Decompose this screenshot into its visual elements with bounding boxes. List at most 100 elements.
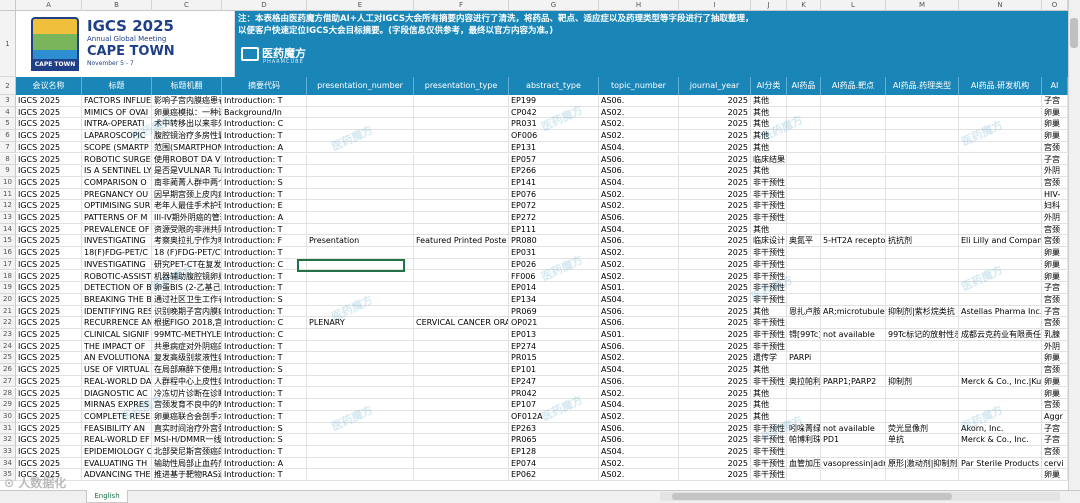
table-cell[interactable] <box>959 200 1042 212</box>
table-cell[interactable]: 外阴 <box>1042 340 1068 353</box>
row-number[interactable]: 31 <box>0 422 16 435</box>
table-cell[interactable]: 宫颈 <box>1042 317 1068 329</box>
table-cell[interactable]: AS02. <box>599 258 679 271</box>
table-cell[interactable]: EP199 <box>509 95 599 107</box>
table-cell[interactable]: 2025 <box>679 176 751 189</box>
table-cell[interactable] <box>886 247 959 259</box>
table-cell[interactable]: 2025 <box>679 305 751 318</box>
table-cell[interactable]: 抗抗剂 <box>886 235 959 248</box>
table-cell[interactable] <box>787 446 821 458</box>
table-cell[interactable]: IGCS 2025 <box>16 293 82 306</box>
table-cell[interactable] <box>414 422 509 435</box>
table-cell[interactable]: AS06. <box>599 95 679 107</box>
table-cell[interactable]: Introduction: S <box>222 434 307 446</box>
table-cell[interactable] <box>821 293 886 306</box>
table-cell[interactable]: Introduction: E <box>222 200 307 212</box>
table-cell[interactable]: EP247 <box>509 375 599 388</box>
table-cell[interactable]: Introduction: C <box>222 258 307 271</box>
table-cell[interactable]: 临床结果 <box>751 153 787 166</box>
table-cell[interactable]: IGCS 2025 <box>16 364 82 376</box>
select-all-corner[interactable] <box>0 0 16 11</box>
table-cell[interactable]: Par Sterile Products <box>959 457 1042 470</box>
table-cell[interactable]: IGCS 2025 <box>16 212 82 224</box>
table-cell[interactable]: vasopressin|adr <box>821 457 886 470</box>
table-cell[interactable]: PR065 <box>509 434 599 446</box>
table-cell[interactable]: 因早期宫颈上皮内病 <box>152 188 222 201</box>
table-cell[interactable]: PR080 <box>509 235 599 248</box>
table-cell[interactable]: AS06. <box>599 165 679 177</box>
table-cell[interactable]: OPTIMISING SUR <box>82 200 152 212</box>
table-cell[interactable]: AS04. <box>599 293 679 306</box>
table-cell[interactable]: 宫颈 <box>1042 399 1068 411</box>
table-cell[interactable]: 18(F)FDG-PET/C <box>82 247 152 259</box>
table-cell[interactable]: ROBOTIC-ASSIST <box>82 270 152 283</box>
table-cell[interactable]: 单抗 <box>886 434 959 446</box>
table-cell[interactable]: IDENTIFYING RES <box>82 305 152 318</box>
vertical-scroll-thumb[interactable] <box>1070 18 1078 48</box>
table-cell[interactable]: IGCS 2025 <box>16 317 82 329</box>
table-cell[interactable]: OF006 <box>509 130 599 142</box>
table-cell[interactable]: Introduction: T <box>222 469 307 482</box>
row-number[interactable]: 27 <box>0 375 16 388</box>
table-cell[interactable] <box>959 364 1042 376</box>
table-cell[interactable]: PREVALENCE OF <box>82 223 152 236</box>
row-number[interactable]: 24 <box>0 340 16 353</box>
table-cell[interactable]: EP062 <box>509 469 599 482</box>
table-cell[interactable] <box>821 317 886 329</box>
table-cell[interactable] <box>307 422 414 435</box>
row-number[interactable]: 14 <box>0 223 16 236</box>
table-cell[interactable]: Introduction: T <box>222 446 307 458</box>
table-cell[interactable]: 2025 <box>679 352 751 365</box>
table-cell[interactable]: 2025 <box>679 153 751 166</box>
table-cell[interactable] <box>821 176 886 189</box>
table-cell[interactable]: Merck & Co., Inc. <box>959 434 1042 446</box>
table-cell[interactable] <box>307 106 414 119</box>
table-cell[interactable]: not available <box>821 422 886 435</box>
table-cell[interactable]: IGCS 2025 <box>16 153 82 166</box>
table-cell[interactable]: 根据FIGO 2018,宫颈 <box>152 317 222 329</box>
table-cell[interactable] <box>307 153 414 166</box>
table-cell[interactable]: Aggr <box>1042 410 1068 423</box>
table-cell[interactable]: IGCS 2025 <box>16 130 82 142</box>
table-cell[interactable]: THE IMPACT OF <box>82 340 152 353</box>
table-cell[interactable] <box>886 410 959 423</box>
table-cell[interactable]: IGCS 2025 <box>16 118 82 131</box>
table-cell[interactable]: 子宫 <box>1042 153 1068 166</box>
table-cell[interactable]: 其他 <box>751 387 787 400</box>
table-cell[interactable] <box>787 153 821 166</box>
table-cell[interactable]: EP141 <box>509 176 599 189</box>
table-cell[interactable]: 子宫 <box>1042 282 1068 294</box>
row-number[interactable]: 6 <box>0 130 16 142</box>
column-letter[interactable]: B <box>82 0 152 11</box>
row-number[interactable]: 8 <box>0 153 16 166</box>
table-cell[interactable] <box>787 212 821 224</box>
table-cell[interactable]: 南非蔺菁人群中两个 <box>152 176 222 189</box>
row-number[interactable]: 30 <box>0 410 16 423</box>
row-number[interactable]: 13 <box>0 212 16 224</box>
table-cell[interactable] <box>886 95 959 107</box>
table-cell[interactable]: AS04. <box>599 399 679 411</box>
table-cell[interactable]: 2025 <box>679 282 751 294</box>
table-cell[interactable]: DIAGNOSTIC AC <box>82 387 152 400</box>
table-cell[interactable] <box>414 352 509 365</box>
table-cell[interactable]: 是否是VULNAR Tum <box>152 165 222 177</box>
table-cell[interactable]: AS04. <box>599 141 679 154</box>
table-cell[interactable]: AS06. <box>599 235 679 248</box>
table-cell[interactable]: 输助性局部止血药剂 <box>152 457 222 470</box>
table-cell[interactable]: 2025 <box>679 95 751 107</box>
table-cell[interactable]: EP128 <box>509 446 599 458</box>
table-cell[interactable]: IGCS 2025 <box>16 270 82 283</box>
row-number[interactable]: 15 <box>0 235 16 248</box>
table-cell[interactable]: Introduction: C <box>222 329 307 341</box>
table-cell[interactable]: 2025 <box>679 200 751 212</box>
table-cell[interactable]: REAL-WORLD DA <box>82 375 152 388</box>
table-cell[interactable] <box>787 469 821 482</box>
table-cell[interactable]: 其他 <box>751 106 787 119</box>
column-letter[interactable]: F <box>414 0 509 11</box>
table-cell[interactable]: 非干预性 <box>751 457 787 470</box>
table-cell[interactable]: 范围(SMARTPHONE <box>152 141 222 154</box>
table-cell[interactable] <box>886 387 959 400</box>
table-cell[interactable]: BREAKING THE B <box>82 293 152 306</box>
table-cell[interactable]: 2025 <box>679 212 751 224</box>
table-cell[interactable] <box>821 141 886 154</box>
